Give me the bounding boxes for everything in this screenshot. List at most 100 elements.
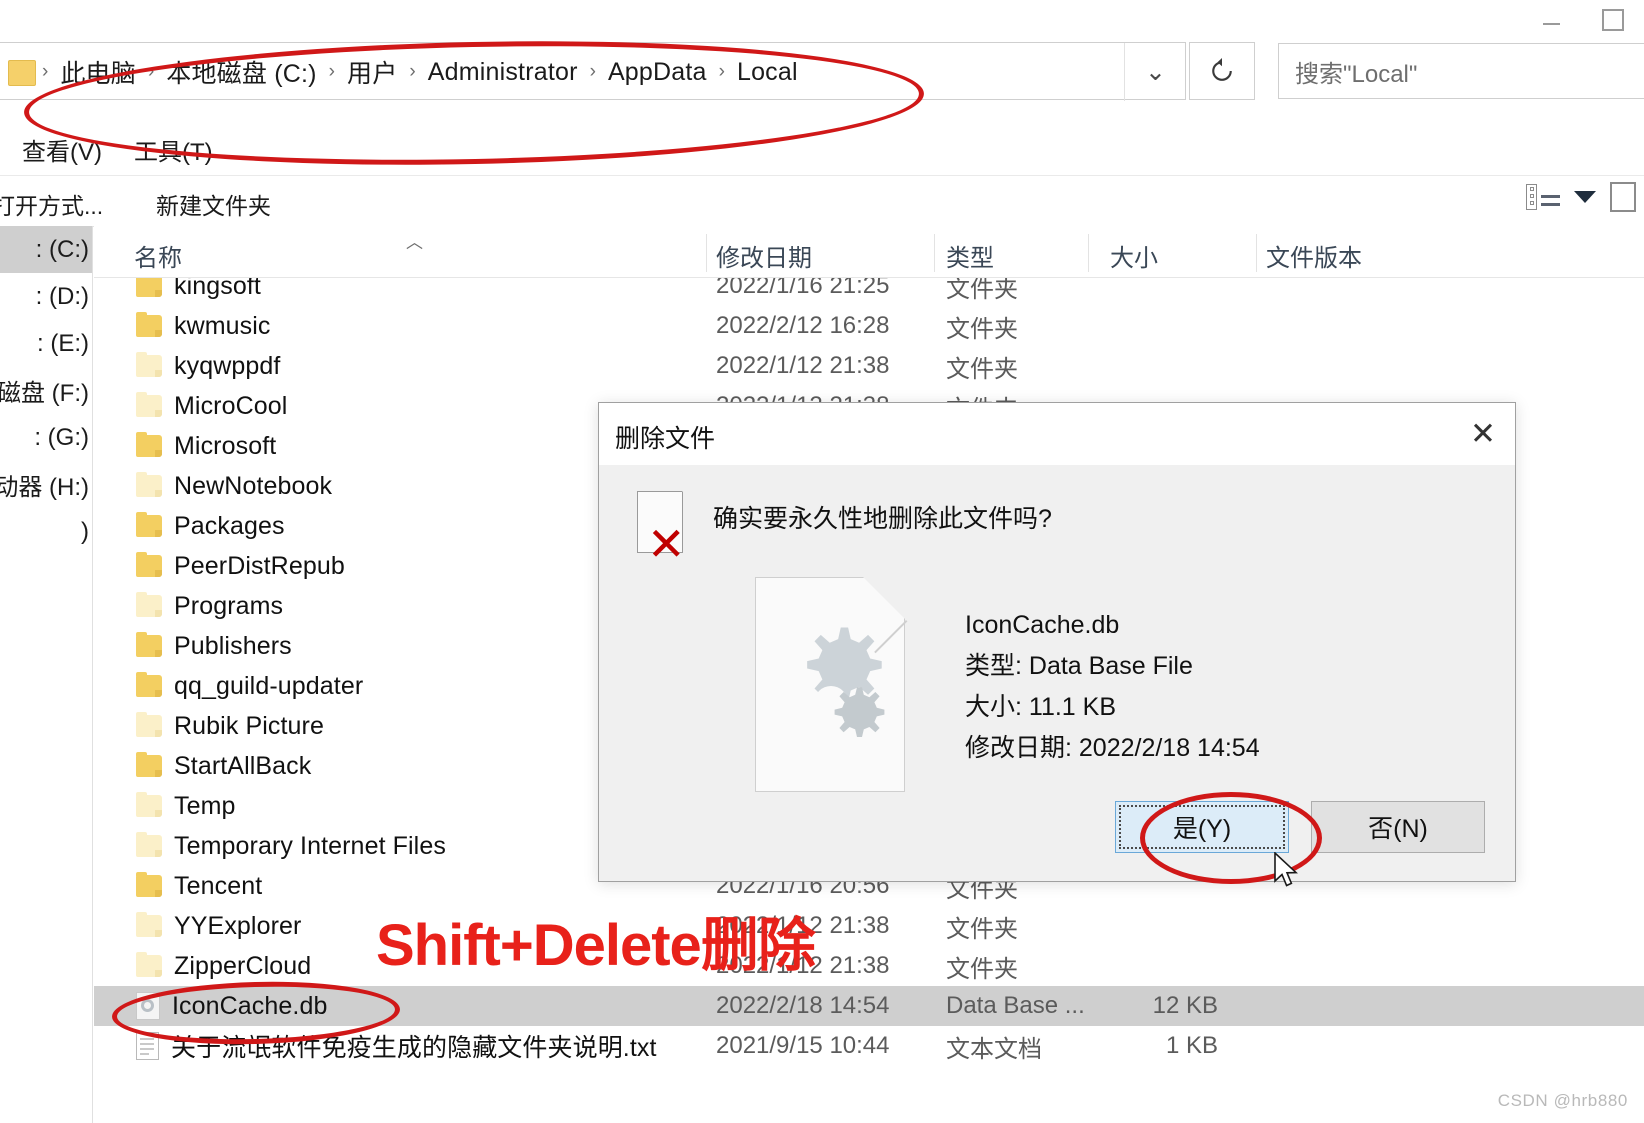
window-controls — [1520, 0, 1644, 40]
command-bar: 打开方式... 新建文件夹 — [0, 175, 1644, 227]
file-name-label: Temp — [174, 791, 236, 820]
dialog-title: 删除文件 — [615, 425, 716, 453]
folder-icon — [8, 60, 36, 86]
no-button-label: 否(N) — [1368, 815, 1428, 843]
refresh-button[interactable] — [1189, 42, 1255, 100]
table-row[interactable]: kwmusic 2022/2/12 16:28 文件夹 — [94, 306, 1644, 346]
folder-icon — [136, 712, 162, 737]
file-name-cell: MicroCool — [136, 386, 287, 426]
folder-icon — [136, 912, 162, 937]
file-type: 类型: Data Base File — [965, 652, 1193, 680]
file-name-label: ZipperCloud — [174, 951, 312, 980]
file-type-cell: 文件夹 — [946, 955, 1018, 983]
file-name-cell: StartAllBack — [136, 746, 311, 786]
folder-icon — [136, 432, 162, 457]
file-name-label: Microsoft — [174, 431, 277, 460]
file-name-label: Programs — [174, 591, 284, 620]
file-name-cell: Programs — [136, 586, 283, 626]
folder-icon — [136, 832, 162, 857]
file-name-cell: kingsoft — [136, 278, 261, 306]
maximize-icon — [1602, 9, 1624, 31]
column-header-type[interactable]: 类型 — [946, 238, 994, 273]
sidebar: : (C:) : (D:) : (E:) 磁盘 (F:) : (G:) 动器 (H:)) — [0, 226, 93, 1123]
file-list-header: 名称 修改日期 类型 大小 文件版本 — [94, 226, 1644, 278]
search-input[interactable]: 搜索"Local" — [1278, 43, 1644, 99]
file-name-label: kyqwppdf — [174, 351, 281, 380]
file-type-cell: 文件夹 — [946, 278, 1018, 303]
column-header-date[interactable]: 修改日期 — [716, 238, 812, 273]
file-name-label: qq_guild-updater — [174, 671, 364, 700]
file-type-icon — [755, 576, 908, 792]
file-date-cell: 2022/1/12 21:38 — [716, 352, 890, 379]
no-button[interactable]: 否(N) — [1311, 801, 1485, 853]
mouse-cursor — [1274, 852, 1298, 887]
maximize-button[interactable] — [1582, 0, 1644, 40]
sidebar-item-4[interactable]: : (G:) — [0, 414, 92, 461]
file-modified-date: 修改日期: 2022/2/18 14:54 — [965, 734, 1260, 762]
sidebar-item-0[interactable]: : (C:) — [0, 226, 92, 273]
sidebar-item-label: : (G:) — [34, 423, 89, 451]
view-options — [1526, 182, 1636, 212]
file-name-cell: Packages — [136, 506, 285, 546]
table-row[interactable]: YYExplorer 2022/1/12 21:38 文件夹 — [94, 906, 1644, 946]
file-type-cell: 文件夹 — [946, 355, 1018, 383]
file-name-label: NewNotebook — [174, 471, 333, 500]
file-name-cell: PeerDistRepub — [136, 546, 345, 586]
new-folder-button[interactable]: 新建文件夹 — [156, 187, 271, 221]
file-type-cell: 文件夹 — [946, 315, 1018, 343]
delete-confirmation-dialog: 删除文件 ✕ ✕ 确实要永久性地删除此文件吗? IconCache.db 类型:… — [598, 402, 1516, 882]
column-header-name[interactable]: 名称 — [134, 238, 182, 273]
file-size: 大小: 11.1 KB — [965, 693, 1116, 721]
file-name-cell: kwmusic — [136, 306, 271, 346]
column-header-version[interactable]: 文件版本 — [1266, 238, 1362, 273]
sidebar-item-1[interactable]: : (D:) — [0, 273, 92, 320]
close-icon[interactable]: ✕ — [1451, 403, 1515, 465]
file-type-cell: Data Base ... — [946, 992, 1085, 1019]
file-name-cell: ZipperCloud — [136, 946, 311, 986]
file-name-cell: Temp — [136, 786, 236, 826]
file-name-label: PeerDistRepub — [174, 551, 345, 580]
dialog-body: ✕ 确实要永久性地删除此文件吗? IconCache.db 类型: Data B… — [599, 465, 1515, 881]
folder-icon — [136, 552, 162, 577]
sidebar-item-label: : (D:) — [35, 282, 89, 310]
file-name-label: MicroCool — [174, 391, 288, 420]
table-row[interactable]: kingsoft 2022/1/16 21:25 文件夹 — [94, 278, 1644, 306]
file-type-cell: 文本文档 — [946, 1035, 1042, 1063]
file-size-cell — [1118, 346, 1218, 386]
file-name-label: Rubik Picture — [174, 711, 324, 740]
sidebar-item-label: 磁盘 (F:) — [0, 380, 89, 407]
file-name-label: Tencent — [174, 871, 263, 900]
file-name: IconCache.db — [965, 611, 1120, 639]
file-name-label: Packages — [174, 511, 285, 540]
file-type-cell: 文件夹 — [946, 915, 1018, 943]
delete-warning-icon: ✕ — [637, 491, 695, 567]
table-row[interactable]: ZipperCloud 2022/1/12 21:38 文件夹 — [94, 946, 1644, 986]
table-row[interactable]: kyqwppdf 2022/1/12 21:38 文件夹 — [94, 346, 1644, 386]
sidebar-item-5[interactable]: 动器 (H:) — [0, 461, 92, 508]
preview-pane-icon[interactable] — [1610, 182, 1636, 212]
folder-icon — [136, 352, 162, 377]
sidebar-item-3[interactable]: 磁盘 (F:) — [0, 367, 92, 414]
search-placeholder: 搜索"Local" — [1295, 60, 1418, 88]
file-name-label: kingsoft — [174, 278, 261, 300]
file-date-cell: 2022/2/18 14:54 — [716, 992, 890, 1019]
file-name-cell: NewNotebook — [136, 466, 332, 506]
sidebar-item-label: ) — [81, 517, 89, 545]
details-view-icon[interactable] — [1526, 184, 1560, 210]
chevron-down-icon[interactable] — [1574, 191, 1596, 203]
minimize-button[interactable] — [1520, 0, 1582, 40]
folder-icon — [136, 872, 162, 897]
refresh-icon — [1212, 58, 1232, 81]
file-size-cell — [1118, 278, 1218, 306]
folder-icon — [136, 392, 162, 417]
file-name-label: Temporary Internet Files — [174, 831, 446, 860]
file-name-label: Publishers — [174, 631, 292, 660]
open-with-button[interactable]: 打开方式... — [0, 187, 103, 221]
folder-icon — [136, 592, 162, 617]
file-name-label: YYExplorer — [174, 911, 302, 940]
column-header-size[interactable]: 大小 — [1110, 238, 1158, 273]
sidebar-item-6[interactable]: ) — [0, 508, 92, 555]
chevron-down-icon[interactable]: ⌄ — [1124, 43, 1186, 101]
folder-icon — [136, 672, 162, 697]
sidebar-item-2[interactable]: : (E:) — [0, 320, 92, 367]
